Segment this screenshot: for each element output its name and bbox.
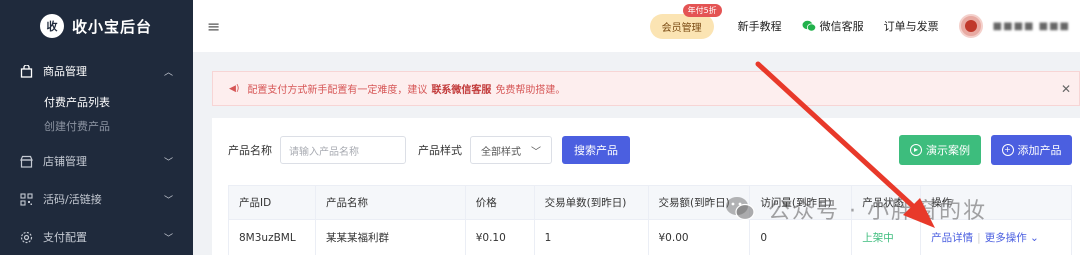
avatar[interactable]	[958, 14, 983, 38]
sidebar-group-label: 支付配置	[43, 231, 87, 244]
logo-badge: 收	[40, 14, 64, 38]
sidebar-group-store[interactable]: 店铺管理 ﹀	[0, 142, 193, 180]
price-cell: ¥0.10	[464, 219, 535, 255]
top-header: ≡ 会员管理 年付5折 新手教程 微信客服 订单与发票 ■■■■ ■■■	[193, 0, 1080, 52]
product-style-select[interactable]: 全部样式 ﹀	[470, 136, 552, 164]
table-header-row: 产品ID 产品名称 价格 交易单数(到昨日) 交易额(到昨日) 访问量(到昨日)…	[228, 185, 1072, 220]
column-header: 产品状态	[851, 185, 922, 220]
orders-cell: 1	[533, 219, 649, 255]
notice-text-before: 配置支付方式新手配置有一定难度，建议	[247, 85, 428, 96]
notice-text-after: 免费帮助搭建。	[495, 85, 566, 96]
vip-label: 会员管理	[661, 22, 702, 34]
store-icon	[20, 155, 33, 168]
product-panel: 产品名称 请输入产品名称 产品样式 全部样式 ﹀ 搜索产品 ▸ 演示案例 + 添…	[212, 118, 1080, 255]
support-link[interactable]: 微信客服	[802, 18, 864, 34]
plus-icon: +	[1001, 144, 1014, 156]
sidebar-group-label: 活码/活链接	[43, 193, 102, 206]
status-badge: 上架中	[851, 219, 922, 255]
chevron-down-icon: ﹀	[163, 233, 173, 244]
shopping-bag-icon	[20, 64, 33, 78]
visits-cell: 0	[749, 219, 853, 255]
sidebar-group-products[interactable]: 商品管理 ︿	[0, 52, 193, 90]
tutorial-link[interactable]: 新手教程	[738, 18, 782, 34]
column-header: 产品ID	[228, 185, 316, 220]
column-header: 交易单数(到昨日)	[533, 185, 649, 220]
header-actions: 会员管理 年付5折 新手教程 微信客服 订单与发票 ■■■■ ■■■	[649, 3, 1080, 39]
sidebar-group-payment[interactable]: 支付配置 ﹀	[0, 218, 193, 255]
support-label: 微信客服	[819, 20, 864, 33]
more-actions-link[interactable]: 更多操作	[985, 232, 1027, 244]
chevron-down-icon: ﹀	[163, 157, 173, 168]
column-header: 交易额(到昨日)	[647, 185, 751, 220]
column-header: 操作	[920, 185, 1072, 220]
sidebar-group-label: 店铺管理	[43, 155, 87, 168]
sidebar-item-paid-products[interactable]: 付费产品列表	[0, 90, 193, 114]
product-id-cell: 8M3uzBML	[228, 219, 316, 255]
logo-text: 收小宝后台	[72, 17, 153, 36]
sidebar-group-qrcode[interactable]: 活码/活链接 ﹀	[0, 180, 193, 218]
sidebar: 收 收小宝后台 商品管理 ︿ 付费产品列表 创建付费产品 店铺管理 ﹀ 活码/活…	[0, 0, 193, 255]
product-name-label: 产品名称	[228, 144, 272, 157]
product-name-cell: 某某某福利群	[314, 219, 466, 255]
add-label: 添加产品	[1017, 144, 1062, 157]
username[interactable]: ■■■■ ■■■	[993, 21, 1070, 32]
notice-banner: ◀) 配置支付方式新手配置有一定难度，建议 联系微信客服 免费帮助搭建。 ✕	[212, 71, 1080, 106]
actions-cell: 产品详情 | 更多操作 ⌄	[920, 219, 1072, 255]
column-header: 价格	[464, 185, 535, 220]
sidebar-group-label: 商品管理	[43, 65, 87, 78]
play-icon: ▸	[910, 144, 922, 156]
gear-icon	[20, 231, 33, 244]
vip-discount-badge: 年付5折	[682, 3, 722, 17]
product-table: 产品ID 产品名称 价格 交易单数(到昨日) 交易额(到昨日) 访问量(到昨日)…	[228, 185, 1072, 255]
demo-button[interactable]: ▸ 演示案例	[899, 135, 981, 165]
speaker-icon: ◀)	[229, 83, 240, 94]
filter-bar: 产品名称 请输入产品名称 产品样式 全部样式 ﹀ 搜索产品	[228, 136, 630, 164]
notice-support-link[interactable]: 联系微信客服	[431, 81, 491, 96]
product-style-label: 产品样式	[418, 144, 462, 157]
product-style-value: 全部样式	[481, 146, 521, 158]
chevron-down-icon: ﹀	[163, 195, 173, 206]
wechat-icon	[802, 20, 816, 32]
table-row: 8M3uzBML 某某某福利群 ¥0.10 1 ¥0.00 0 上架中 产品详情…	[228, 219, 1072, 255]
add-product-button[interactable]: + 添加产品	[991, 135, 1072, 165]
vip-button[interactable]: 会员管理 年付5折	[649, 3, 722, 39]
logo[interactable]: 收 收小宝后台	[0, 0, 193, 52]
chevron-down-icon: ﹀	[531, 146, 541, 158]
qr-code-icon	[20, 192, 33, 206]
orders-invoice-link[interactable]: 订单与发票	[884, 18, 939, 34]
product-name-input[interactable]: 请输入产品名称	[280, 136, 406, 164]
amount-cell: ¥0.00	[647, 219, 751, 255]
column-header: 产品名称	[314, 185, 466, 220]
sidebar-item-create-product[interactable]: 创建付费产品	[0, 114, 193, 138]
search-button[interactable]: 搜索产品	[562, 136, 630, 164]
menu-toggle-icon[interactable]: ≡	[207, 17, 223, 36]
chevron-up-icon: ︿	[163, 67, 173, 78]
demo-label: 演示案例	[926, 144, 970, 157]
product-detail-link[interactable]: 产品详情	[931, 232, 973, 244]
close-icon[interactable]: ✕	[1061, 82, 1071, 96]
chevron-down-icon[interactable]: ⌄	[1027, 232, 1039, 244]
divider: |	[977, 232, 981, 244]
column-header: 访问量(到昨日)	[749, 185, 853, 220]
